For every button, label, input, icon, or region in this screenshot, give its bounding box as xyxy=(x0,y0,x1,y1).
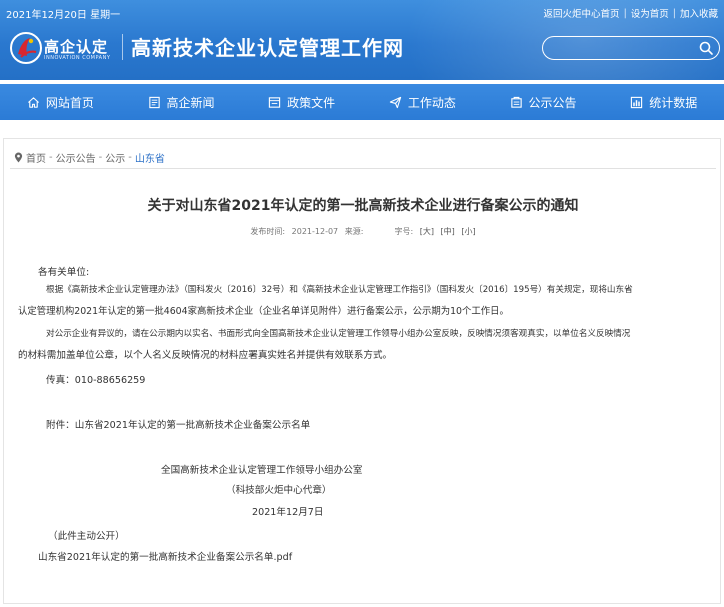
nav-item-label: 网站首页 xyxy=(45,95,94,110)
breadcrumb-separator: - xyxy=(49,152,53,163)
body-paragraph-1: 根据《高新技术企业认定管理办法》（国科发火〔2016〕32号）和《高新技术企业认… xyxy=(46,285,633,295)
nav-item-work-news[interactable]: 工作动态 xyxy=(362,84,483,120)
logo-text-cn: 高企认定 xyxy=(44,38,109,56)
font-size-medium-button[interactable]: [中] xyxy=(441,227,455,236)
link-separator: | xyxy=(672,7,676,19)
attachment-label: 附件：山东省2021年认定的第一批高新技术企业备案公示名单 xyxy=(46,420,311,431)
signature-office: 全国高新技术企业认定管理工作领导小组办公室 xyxy=(161,465,363,476)
nav-item-news[interactable]: 高企新闻 xyxy=(121,84,242,120)
location-pin-icon xyxy=(14,152,23,163)
publish-time-label: 发布时间: xyxy=(250,227,286,236)
site-header: 2021年12月20日 星期一 返回火炬中心首页 | 设为首页 | 加入收藏 高… xyxy=(0,0,724,80)
news-icon xyxy=(148,96,160,108)
breadcrumb-notice[interactable]: 公示 xyxy=(105,150,125,165)
link-separator: | xyxy=(623,7,627,19)
chart-icon xyxy=(631,96,643,108)
search-icon[interactable] xyxy=(698,40,714,56)
send-icon xyxy=(389,96,402,108)
site-title: 高新技术企业认定管理工作网 xyxy=(131,36,404,60)
font-size-large-button[interactable]: [大] xyxy=(420,227,434,236)
article-meta: 发布时间: 2021-12-07 来源: 字号: [大] [中] [小] xyxy=(4,226,722,237)
article-title: 关于对山东省2021年认定的第一批高新技术企业进行备案公示的通知 xyxy=(147,198,579,214)
signature-date: 2021年12月7日 xyxy=(252,507,324,518)
current-date: 2021年12月20日 星期一 xyxy=(6,10,121,21)
font-size-small-button[interactable]: [小] xyxy=(461,227,475,236)
link-set-homepage[interactable]: 设为首页 xyxy=(631,6,669,20)
body-paragraph-1-cont: 认定管理机构2021年认定的第一批4604家高新技术企业（企业名单详见附件）进行… xyxy=(18,306,509,317)
logo-divider xyxy=(122,34,123,60)
announcement-icon xyxy=(510,96,522,108)
nav-item-label: 公示公告 xyxy=(528,95,577,110)
main-nav: 网站首页 高企新闻 政策文件 工作动态 公示公告 统计数据 xyxy=(0,84,724,120)
nav-item-label: 高企新闻 xyxy=(166,95,215,110)
nav-item-label: 工作动态 xyxy=(407,95,456,110)
site-logo[interactable]: 高企认定 INNOVATION COMPANY xyxy=(8,30,120,66)
signature-stamp-note: （科技部火炬中心代章） xyxy=(226,485,332,496)
body-paragraph-2: 对公示企业有异议的，请在公示期内以实名、书面形式向全国高新技术企业认定管理工作领… xyxy=(46,329,631,339)
breadcrumb-separator: - xyxy=(98,152,103,163)
document-icon xyxy=(269,96,281,108)
nav-item-label: 政策文件 xyxy=(287,95,336,110)
nav-item-home[interactable]: 网站首页 xyxy=(0,84,121,120)
font-size-label: 字号: xyxy=(394,227,414,236)
fax-number: 传真：010-88656259 xyxy=(46,375,146,386)
link-add-favorite[interactable]: 加入收藏 xyxy=(680,6,718,20)
disclosure-note: （此件主动公开） xyxy=(48,531,125,542)
logo-text-en: INNOVATION COMPANY xyxy=(44,55,111,61)
nav-item-announcements[interactable]: 公示公告 xyxy=(483,84,604,120)
home-icon xyxy=(27,96,39,108)
search-input[interactable] xyxy=(542,36,720,60)
breadcrumb-announcements[interactable]: 公示公告 xyxy=(56,150,96,165)
nav-item-label: 统计数据 xyxy=(649,95,698,110)
attachment-file-link[interactable]: 山东省2021年认定的第一批高新技术企业备案公示名单.pdf xyxy=(38,549,292,563)
breadcrumb: 首页 - 公示公告 - 公示 - 山东省 xyxy=(14,150,165,165)
salutation: 各有关单位: xyxy=(38,267,90,278)
link-torch-center-home[interactable]: 返回火炬中心首页 xyxy=(544,6,620,20)
breadcrumb-separator: - xyxy=(128,152,132,163)
logo-emblem-icon xyxy=(10,32,42,64)
publish-date: 2021-12-07 xyxy=(291,227,339,236)
breadcrumb-divider xyxy=(10,168,716,169)
nav-item-policy[interactable]: 政策文件 xyxy=(241,84,362,120)
body-paragraph-2-cont: 的材料需加盖单位公章，以个人名义反映情况的材料应署真实姓名并提供有效联系方式。 xyxy=(18,350,393,361)
nav-item-statistics[interactable]: 统计数据 xyxy=(603,84,724,120)
top-links: 返回火炬中心首页 | 设为首页 | 加入收藏 xyxy=(544,6,718,21)
breadcrumb-shandong[interactable]: 山东省 xyxy=(135,150,165,165)
article-panel: 首页 - 公示公告 - 公示 - 山东省 关于对山东省2021年认定的第一批高新… xyxy=(3,138,721,604)
source-label: 来源: xyxy=(344,227,364,236)
breadcrumb-home[interactable]: 首页 xyxy=(26,150,46,165)
